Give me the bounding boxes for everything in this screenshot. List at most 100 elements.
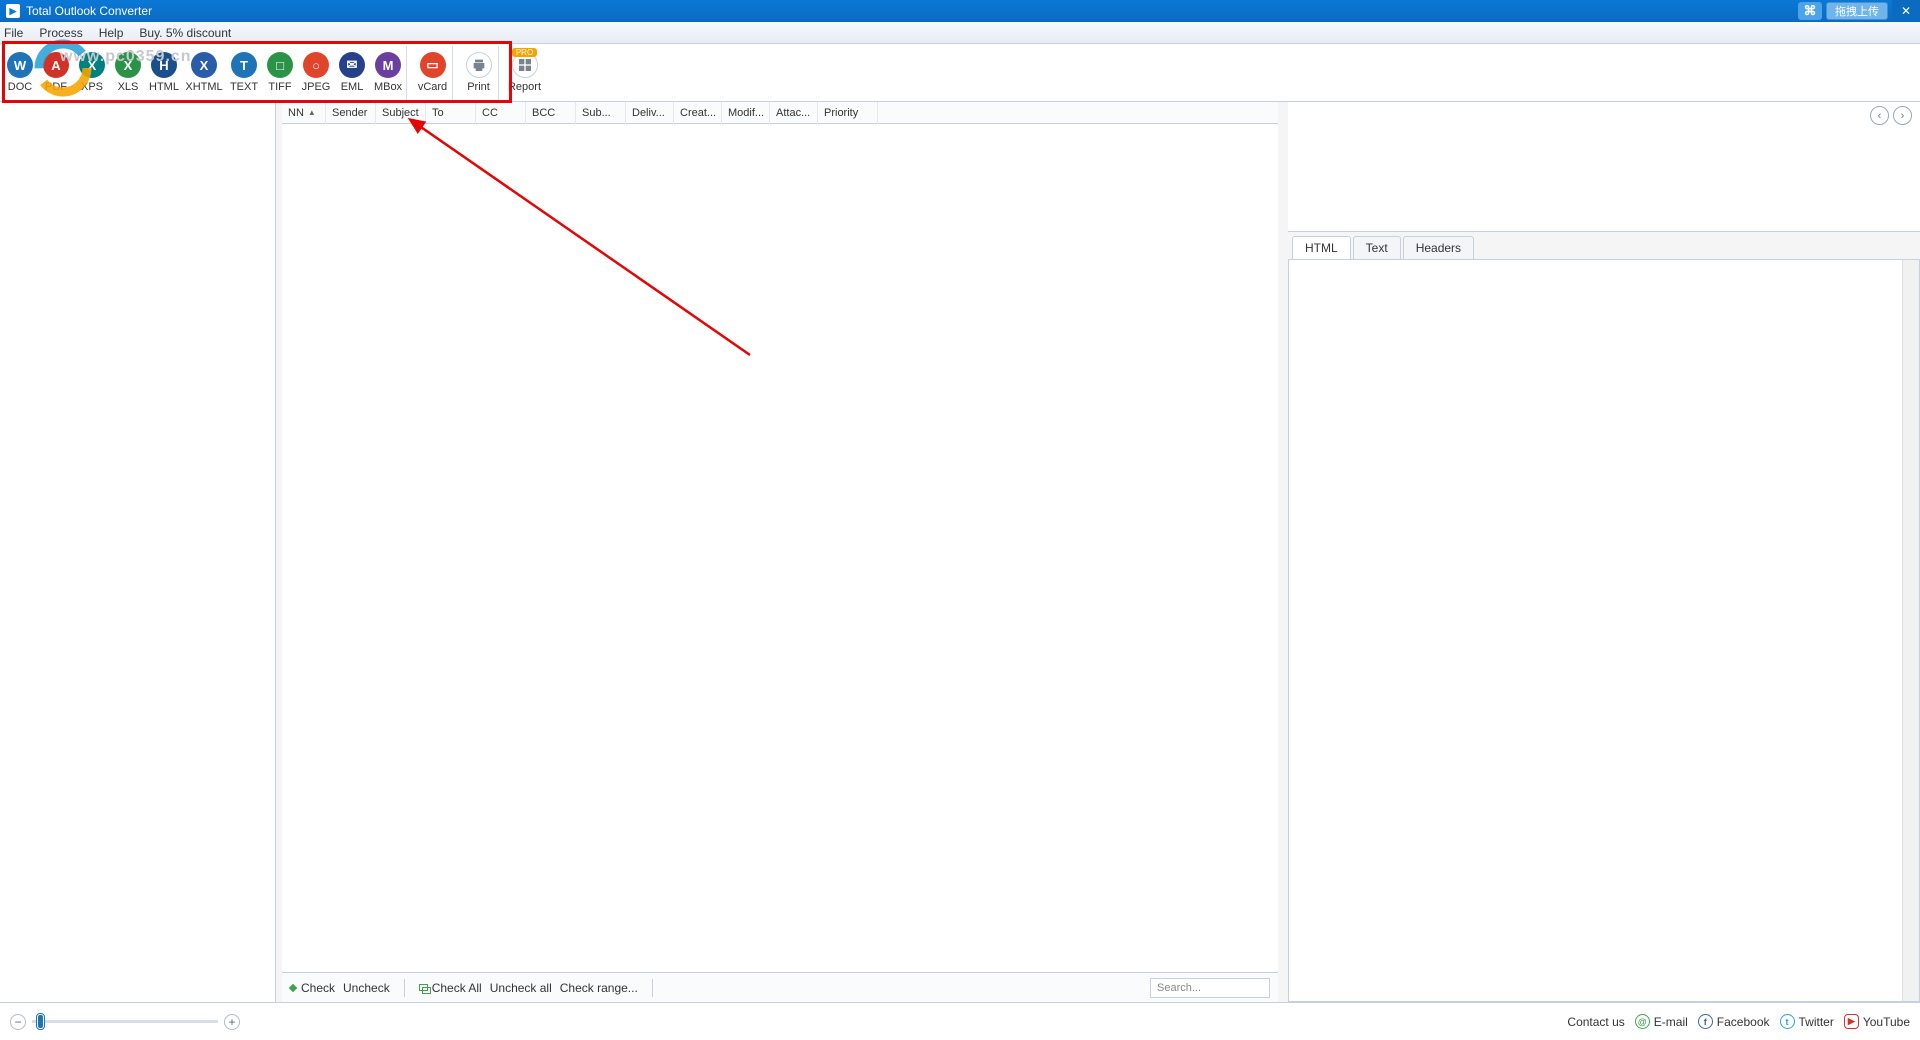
uncheck-all-button[interactable]: Uncheck all xyxy=(490,981,552,995)
text-icon: T xyxy=(231,52,257,78)
toolbar-jpeg-button[interactable]: ○ JPEG xyxy=(298,46,334,100)
toolbar-label: XLS xyxy=(118,81,139,93)
splitter-right[interactable] xyxy=(1278,102,1288,1002)
twitter-link[interactable]: tTwitter xyxy=(1780,1014,1834,1029)
check-button[interactable]: Check xyxy=(290,981,335,995)
eml-icon: ✉ xyxy=(339,52,365,78)
list-footer: Check Uncheck Check All Uncheck all Chec… xyxy=(282,972,1278,1002)
statusbar: − + Contact us @E-mail fFacebook tTwitte… xyxy=(0,1002,1920,1040)
jpeg-icon: ○ xyxy=(303,52,329,78)
menu-file[interactable]: File xyxy=(4,26,23,40)
search-input[interactable]: Search... xyxy=(1150,978,1270,998)
window-title: Total Outlook Converter xyxy=(26,4,152,18)
column-bcc[interactable]: BCC xyxy=(526,102,576,124)
toolbar-html-button[interactable]: H HTML xyxy=(146,46,182,100)
tiff-icon: □ xyxy=(267,52,293,78)
column-modif[interactable]: Modif... xyxy=(722,102,770,124)
column-sender[interactable]: Sender xyxy=(326,102,376,124)
toolbar-pdf-button[interactable]: A PDF xyxy=(38,46,74,100)
close-icon[interactable]: ✕ xyxy=(1892,0,1920,22)
zoom-in-button[interactable]: + xyxy=(224,1014,240,1030)
upload-button[interactable]: 拖拽上传 xyxy=(1826,2,1888,20)
html-icon: H xyxy=(151,52,177,78)
column-to[interactable]: To xyxy=(426,102,476,124)
mbox-icon: M xyxy=(375,52,401,78)
zoom-control: − + xyxy=(10,1014,240,1030)
preview-content[interactable] xyxy=(1288,260,1920,1002)
toolbar-label: XHTML xyxy=(185,81,222,93)
toolbar-label: HTML xyxy=(149,81,179,93)
menu-process[interactable]: Process xyxy=(39,26,82,40)
toolbar-report-button[interactable]: PRO Report xyxy=(498,46,544,100)
check-all-button[interactable]: Check All xyxy=(419,981,482,995)
column-deliv[interactable]: Deliv... xyxy=(626,102,674,124)
toolbar: W DOC A PDF X XPS X XLS H HTML X XHTML T TEXT □ TIFF ○ JP… xyxy=(0,44,1920,102)
toolbar-xps-button[interactable]: X XPS xyxy=(74,46,110,100)
toolbar-tiff-button[interactable]: □ TIFF xyxy=(262,46,298,100)
column-nn[interactable]: NN▲ xyxy=(282,102,326,124)
prev-button[interactable]: ‹ xyxy=(1870,106,1889,125)
toolbar-vcard-button[interactable]: ▭ vCard xyxy=(406,46,452,100)
menu-buy[interactable]: Buy. 5% discount xyxy=(139,26,231,40)
message-list[interactable] xyxy=(282,124,1278,972)
toolbar-label: vCard xyxy=(418,81,447,93)
toolbar-xhtml-button[interactable]: X XHTML xyxy=(182,46,226,100)
toolbar-label: Report xyxy=(508,81,541,93)
preview-tabs: HTML Text Headers xyxy=(1288,232,1920,260)
toolbar-print-button[interactable]: Print xyxy=(452,46,498,100)
xls-icon: X xyxy=(115,52,141,78)
column-sub[interactable]: Sub... xyxy=(576,102,626,124)
contact-label: Contact us xyxy=(1567,1015,1624,1029)
facebook-link[interactable]: fFacebook xyxy=(1698,1014,1770,1029)
column-headers: NN▲SenderSubjectToCCBCCSub...Deliv...Cre… xyxy=(282,102,1278,124)
message-list-pane: NN▲SenderSubjectToCCBCCSub...Deliv...Cre… xyxy=(282,102,1278,1002)
xhtml-icon: X xyxy=(191,52,217,78)
toolbar-label: EML xyxy=(341,81,364,93)
uncheck-button[interactable]: Uncheck xyxy=(343,981,390,995)
toolbar-label: PDF xyxy=(45,81,67,93)
zoom-out-button[interactable]: − xyxy=(10,1014,26,1030)
zoom-slider[interactable] xyxy=(32,1020,218,1023)
menu-help[interactable]: Help xyxy=(99,26,124,40)
youtube-link[interactable]: ▶YouTube xyxy=(1844,1014,1910,1029)
tab-html[interactable]: HTML xyxy=(1292,236,1351,259)
cloud-icon[interactable]: ⌘ xyxy=(1798,2,1822,20)
doc-icon: W xyxy=(7,52,33,78)
sort-asc-icon: ▲ xyxy=(308,108,316,117)
menubar: File Process Help Buy. 5% discount xyxy=(0,22,1920,44)
column-attac[interactable]: Attac... xyxy=(770,102,818,124)
scrollbar[interactable] xyxy=(1902,260,1919,1001)
tab-text[interactable]: Text xyxy=(1353,236,1401,259)
toolbar-eml-button[interactable]: ✉ EML xyxy=(334,46,370,100)
column-subject[interactable]: Subject xyxy=(376,102,426,124)
toolbar-label: TEXT xyxy=(230,81,258,93)
folder-tree-pane[interactable] xyxy=(0,102,276,1002)
email-link[interactable]: @E-mail xyxy=(1635,1014,1688,1029)
toolbar-label: JPEG xyxy=(302,81,331,93)
column-creat[interactable]: Creat... xyxy=(674,102,722,124)
toolbar-label: Print xyxy=(467,81,490,93)
preview-header: ‹ › xyxy=(1288,102,1920,232)
main-area: NN▲SenderSubjectToCCBCCSub...Deliv...Cre… xyxy=(0,102,1920,1002)
column-priority[interactable]: Priority xyxy=(818,102,878,124)
toolbar-label: MBox xyxy=(374,81,402,93)
check-range-button[interactable]: Check range... xyxy=(560,981,638,995)
tab-headers[interactable]: Headers xyxy=(1403,236,1474,259)
divider xyxy=(652,979,653,997)
toolbar-label: XPS xyxy=(81,81,103,93)
toolbar-mbox-button[interactable]: M MBox xyxy=(370,46,406,100)
next-button[interactable]: › xyxy=(1893,106,1912,125)
divider xyxy=(404,979,405,997)
pdf-icon: A xyxy=(43,52,69,78)
app-icon: ▶ xyxy=(6,4,20,18)
pro-badge: PRO xyxy=(512,48,537,57)
toolbar-label: TIFF xyxy=(268,81,291,93)
column-cc[interactable]: CC xyxy=(476,102,526,124)
xps-icon: X xyxy=(79,52,105,78)
toolbar-doc-button[interactable]: W DOC xyxy=(2,46,38,100)
toolbar-text-button[interactable]: T TEXT xyxy=(226,46,262,100)
print-icon xyxy=(466,52,492,78)
toolbar-xls-button[interactable]: X XLS xyxy=(110,46,146,100)
vcard-icon: ▭ xyxy=(420,52,446,78)
toolbar-label: DOC xyxy=(8,81,32,93)
